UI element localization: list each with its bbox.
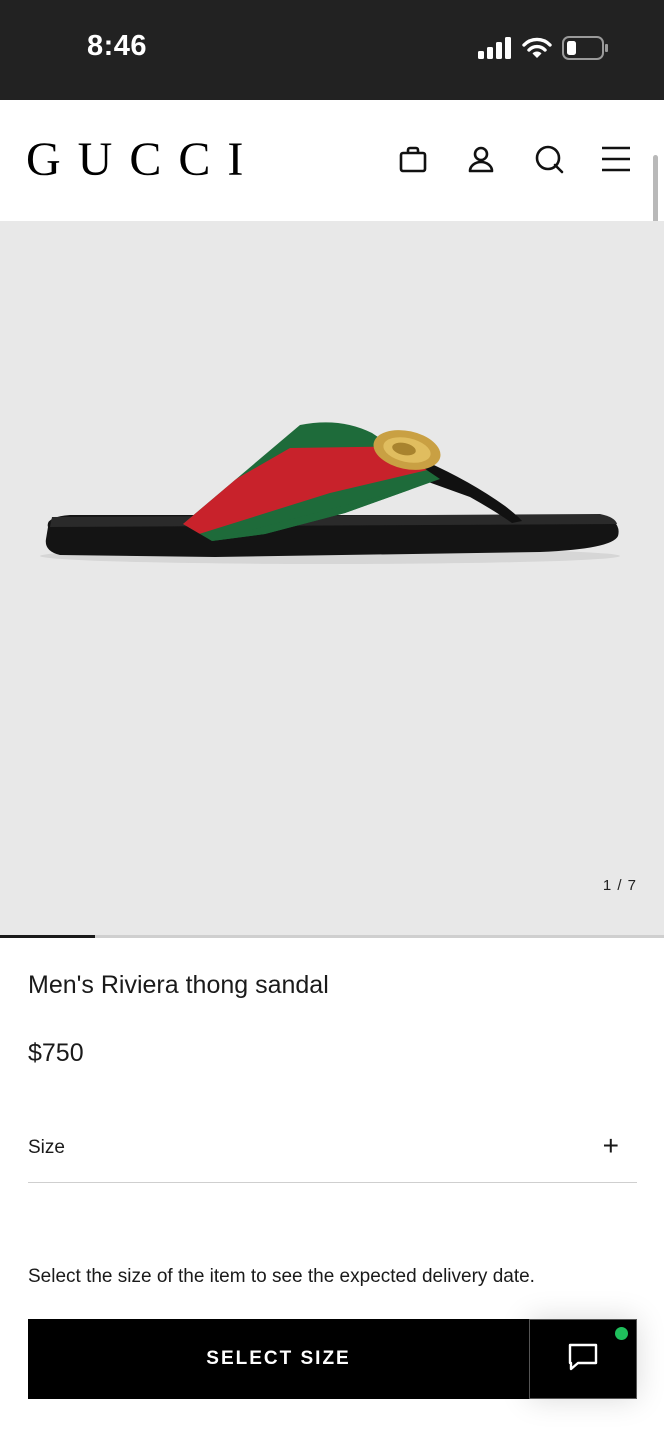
status-time: 8:46 (87, 30, 148, 62)
status-icons (478, 36, 608, 65)
product-image-carousel[interactable] (0, 221, 664, 936)
site-header: GUCCI (0, 100, 664, 221)
shopping-bag-icon[interactable] (397, 143, 429, 175)
sandal-image (40, 422, 620, 564)
size-selector[interactable]: Size + (28, 1120, 637, 1183)
menu-icon[interactable] (600, 143, 632, 175)
gucci-logo[interactable]: GUCCI (26, 133, 260, 187)
gallery-progress-fill (0, 935, 95, 938)
product-price: $750 (28, 1039, 84, 1067)
battery-icon (562, 36, 608, 65)
search-icon[interactable] (533, 143, 565, 175)
select-size-button[interactable]: SELECT SIZE (28, 1319, 529, 1399)
online-status-dot (615, 1327, 628, 1340)
signal-icon (478, 37, 512, 64)
image-counter: 1 / 7 (602, 877, 637, 894)
gallery-progress (0, 935, 664, 938)
chat-button[interactable] (529, 1319, 637, 1399)
status-bar: 8:46 (0, 0, 664, 100)
product-name: Men's Riviera thong sandal (28, 971, 329, 999)
account-icon[interactable] (465, 143, 497, 175)
delivery-note: Select the size of the item to see the e… (28, 1266, 535, 1287)
wifi-icon (522, 37, 552, 64)
expand-plus-icon[interactable]: + (603, 1130, 619, 1162)
size-label: Size (28, 1137, 65, 1158)
chat-bubble-icon (567, 1341, 599, 1378)
